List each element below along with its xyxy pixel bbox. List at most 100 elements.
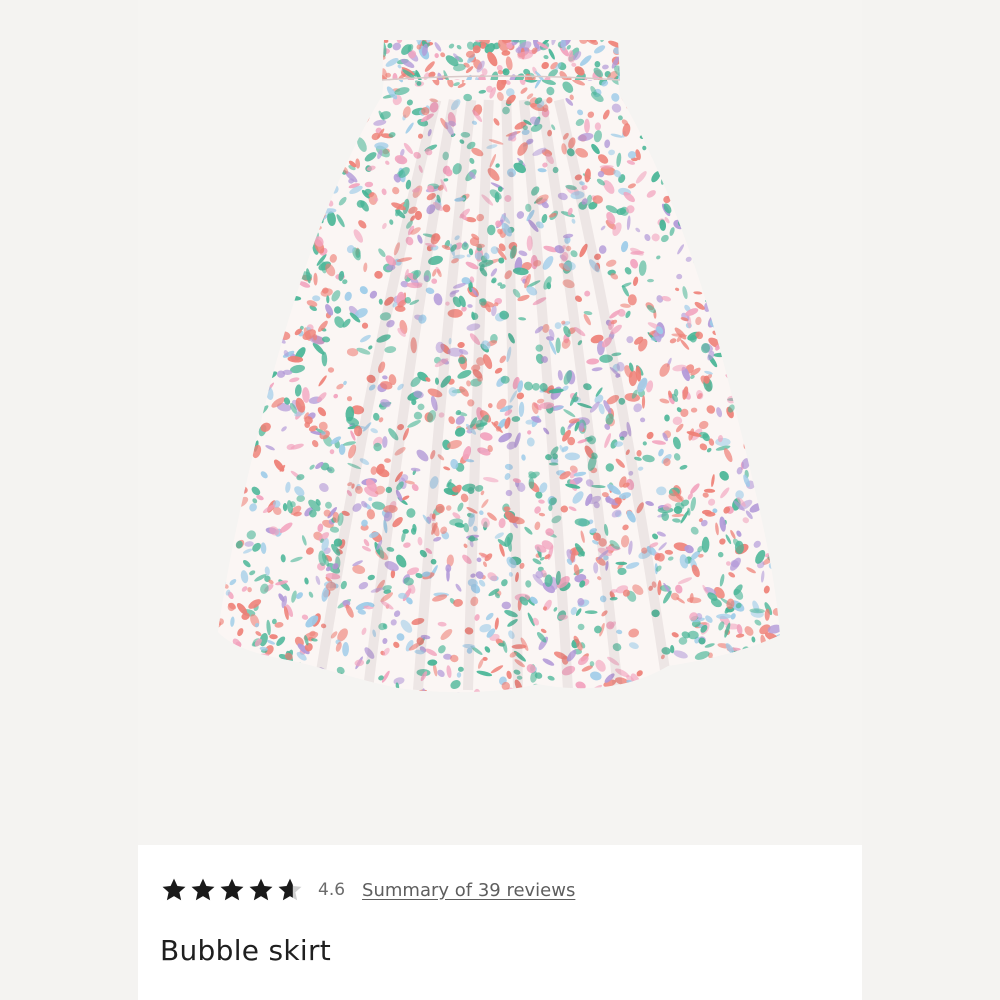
floral-motif [218, 91, 224, 102]
floral-motif [227, 479, 232, 484]
floral-motif [278, 80, 290, 92]
floral-motif [764, 520, 774, 530]
floral-motif [283, 185, 290, 195]
floral-motif [736, 152, 749, 162]
floral-motif [226, 312, 238, 319]
floral-motif [220, 375, 232, 385]
floral-motif [304, 119, 313, 128]
floral-motif [499, 698, 512, 712]
floral-motif [309, 139, 316, 147]
floral-motif [285, 197, 300, 206]
floral-motif [219, 354, 228, 364]
star-partial-icon [278, 878, 302, 901]
floral-motif [685, 690, 697, 693]
floral-motif [229, 252, 234, 258]
floral-motif [769, 273, 776, 280]
floral-motif [290, 675, 300, 683]
floral-motif [719, 155, 726, 164]
floral-motif [742, 287, 749, 302]
floral-motif [336, 144, 344, 154]
floral-motif [231, 229, 240, 237]
floral-motif [237, 234, 248, 241]
floral-motif [788, 67, 799, 77]
floral-motif [249, 701, 258, 710]
floral-motif [738, 365, 748, 377]
floral-motif [236, 123, 243, 127]
floral-motif [784, 423, 794, 434]
floral-motif [698, 269, 704, 274]
floral-motif [299, 182, 309, 196]
floral-motif [340, 147, 347, 154]
floral-motif [688, 70, 696, 78]
floral-motif [267, 296, 275, 307]
floral-motif [293, 173, 302, 190]
floral-motif [741, 336, 747, 342]
floral-motif [753, 701, 764, 714]
floral-motif [768, 523, 775, 539]
reviews-summary-link[interactable]: Summary of 39 reviews [362, 880, 575, 901]
floral-motif [234, 230, 243, 239]
floral-motif [734, 103, 742, 108]
floral-motif [271, 204, 280, 215]
floral-motif [693, 142, 701, 154]
floral-motif [656, 162, 665, 169]
floral-motif [277, 176, 284, 182]
floral-motif [717, 224, 722, 232]
floral-motif [767, 641, 776, 647]
product-image[interactable] [138, 0, 862, 845]
floral-motif [248, 683, 254, 691]
floral-motif [372, 74, 381, 89]
floral-motif [255, 693, 264, 702]
floral-motif [774, 479, 780, 488]
floral-motif [765, 353, 778, 359]
floral-motif [740, 417, 752, 428]
floral-motif [229, 512, 238, 522]
floral-motif [727, 139, 743, 147]
floral-motif [335, 115, 340, 121]
floral-motif [696, 690, 704, 693]
floral-motif [762, 160, 772, 169]
floral-motif [238, 147, 249, 155]
floral-motif [288, 258, 292, 270]
floral-motif [259, 700, 269, 710]
floral-motif [770, 366, 776, 378]
floral-motif [743, 434, 757, 438]
floral-motif [699, 675, 714, 683]
floral-motif [782, 135, 795, 152]
floral-motif [771, 690, 776, 693]
floral-motif [269, 115, 277, 124]
floral-motif [258, 87, 268, 97]
floral-motif [268, 96, 280, 106]
floral-motif [335, 673, 344, 689]
floral-motif [323, 62, 330, 72]
floral-motif [248, 435, 255, 441]
floral-motif [620, 62, 634, 74]
floral-motif [749, 653, 757, 661]
floral-motif [652, 81, 660, 98]
floral-motif [290, 188, 302, 201]
floral-motif [627, 294, 637, 306]
floral-motif [781, 369, 787, 374]
floral-motif [273, 686, 279, 693]
floral-motif [788, 184, 804, 194]
floral-motif [723, 693, 737, 704]
floral-motif [218, 648, 227, 658]
floral-motif [278, 246, 285, 260]
floral-motif [334, 106, 346, 120]
floral-motif [218, 82, 220, 92]
floral-motif [209, 666, 215, 672]
floral-motif [227, 139, 235, 154]
floral-motif [358, 84, 368, 89]
floral-motif [229, 666, 239, 680]
floral-motif [218, 653, 219, 658]
floral-motif [760, 675, 773, 690]
floral-motif [705, 95, 718, 109]
floral-motif [782, 157, 794, 172]
floral-motif [501, 704, 511, 712]
floral-motif [218, 312, 226, 321]
floral-motif [222, 280, 231, 288]
floral-motif [759, 74, 765, 80]
floral-motif [748, 295, 764, 302]
floral-motif [352, 691, 360, 693]
floral-motif [780, 391, 791, 399]
